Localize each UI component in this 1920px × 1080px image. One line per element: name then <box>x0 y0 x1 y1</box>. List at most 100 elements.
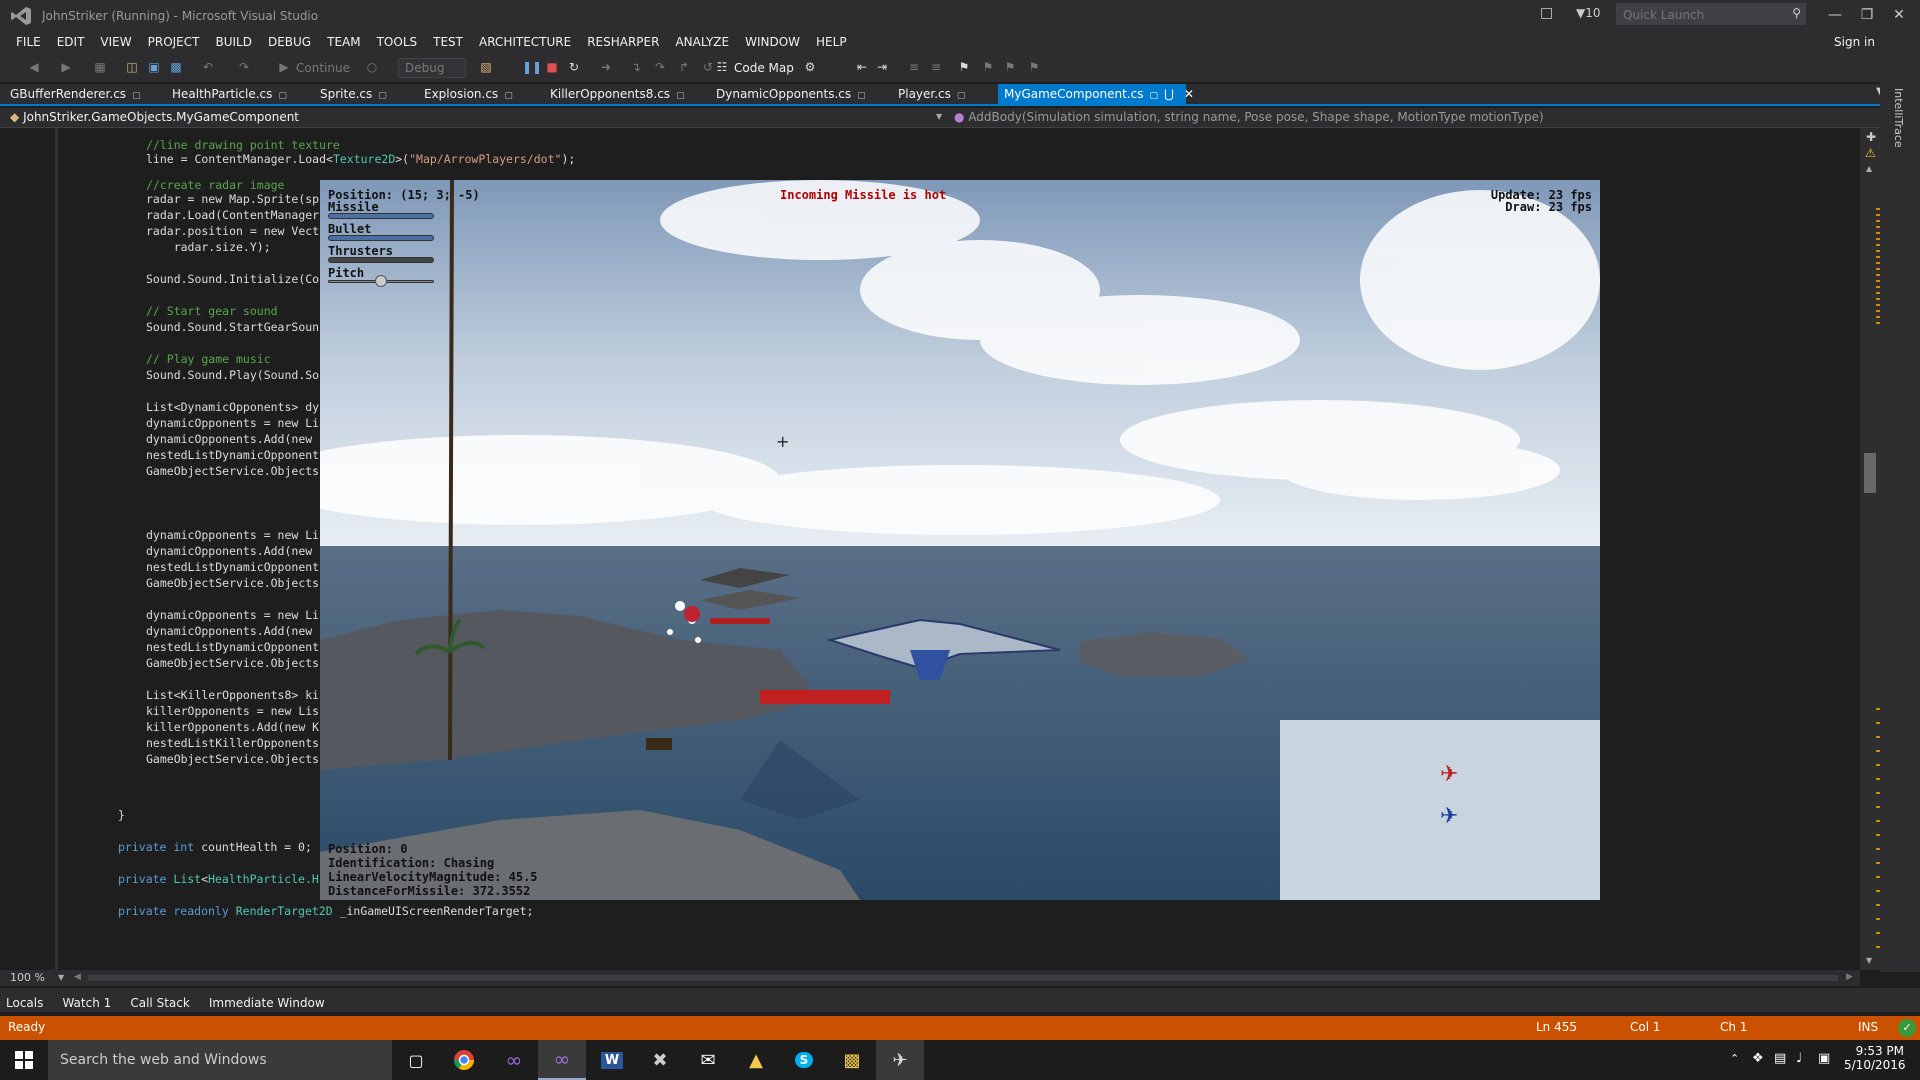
step-over-icon[interactable]: ↷ <box>652 59 668 75</box>
editor-scrollbar[interactable]: ✚ ⚠ ▲ ▼ <box>1860 128 1880 970</box>
tab-gbufferrenderer[interactable]: GBufferRenderer.cs ▢ <box>4 84 147 104</box>
show-next-statement-icon[interactable]: ➜ <box>598 59 614 75</box>
pause-icon[interactable]: ❚❚ <box>522 59 542 75</box>
game-app-icon[interactable]: ✈ <box>876 1040 924 1080</box>
pin-icon[interactable]: ⋃ <box>1164 87 1174 101</box>
menu-help[interactable]: HELP <box>808 35 855 49</box>
network-icon[interactable]: ▤ <box>1774 1051 1786 1066</box>
notifications-button[interactable]: ▼10 <box>1576 6 1601 20</box>
task-view-icon[interactable]: ▢ <box>392 1040 440 1080</box>
dropbox-icon[interactable]: ❖ <box>1752 1051 1764 1066</box>
menu-project[interactable]: PROJECT <box>140 35 208 49</box>
menu-tools[interactable]: TOOLS <box>369 35 426 49</box>
tab-player[interactable]: Player.cs ▢ <box>892 84 971 104</box>
skype-icon[interactable]: S <box>780 1040 828 1080</box>
menu-file[interactable]: FILE <box>8 35 49 49</box>
step-out-icon[interactable]: ↱ <box>676 59 692 75</box>
tab-watch-1[interactable]: Watch 1 <box>62 996 111 1010</box>
back-icon[interactable]: ◀ <box>26 59 42 75</box>
save-all-icon[interactable]: ▩ <box>168 59 184 75</box>
restart-icon[interactable]: ↻ <box>566 59 582 75</box>
solution-config-select[interactable]: Debug <box>398 58 466 78</box>
action-center-icon[interactable]: ▣ <box>1818 1051 1830 1066</box>
intellitrace-panel[interactable]: IntelliTrace <box>1880 82 1920 972</box>
close-tab-icon[interactable]: ✕ <box>1184 87 1194 101</box>
minimize-button[interactable]: — <box>1820 4 1850 26</box>
visual-studio-icon[interactable]: ∞ <box>490 1040 538 1080</box>
start-button[interactable] <box>0 1040 48 1080</box>
open-file-icon[interactable]: ◫ <box>124 59 140 75</box>
split-icon[interactable]: ✚ <box>1866 130 1876 144</box>
member-dropdown[interactable]: ● AddBody(Simulation simulation, string … <box>954 110 1544 124</box>
step-into-icon[interactable]: ↴ <box>628 59 644 75</box>
scroll-up-icon[interactable]: ▲ <box>1866 164 1872 173</box>
scroll-down-icon[interactable]: ▼ <box>1866 956 1872 965</box>
scroll-right-icon[interactable]: ▶ <box>1846 972 1853 982</box>
indent-icon[interactable]: ⇤ <box>854 59 870 75</box>
horizontal-scrollbar[interactable] <box>88 975 1838 981</box>
photos-icon[interactable]: ▲ <box>732 1040 780 1080</box>
zoom-dropdown-icon[interactable]: ▼ <box>58 973 64 982</box>
volume-icon[interactable]: ♩ <box>1796 1051 1802 1066</box>
search-icon[interactable]: ⚲ <box>1792 6 1801 20</box>
taskbar-search[interactable]: Search the web and Windows <box>48 1040 392 1080</box>
scroll-thumb[interactable] <box>1864 453 1876 493</box>
intellitrace-label[interactable]: IntelliTrace <box>1892 88 1905 148</box>
tab-immediate-window[interactable]: Immediate Window <box>209 996 325 1010</box>
menu-window[interactable]: WINDOW <box>737 35 808 49</box>
close-button[interactable]: ✕ <box>1884 4 1914 26</box>
menu-test[interactable]: TEST <box>425 35 471 49</box>
restore-button[interactable]: ❐ <box>1852 4 1882 26</box>
next-bookmark-icon[interactable]: ⚑ <box>1002 59 1018 75</box>
menu-view[interactable]: VIEW <box>92 35 139 49</box>
save-icon[interactable]: ▣ <box>146 59 162 75</box>
tab-call-stack[interactable]: Call Stack <box>130 996 189 1010</box>
attach-icon[interactable]: ○ <box>364 59 380 75</box>
build-ok-icon[interactable]: ✓ <box>1898 1019 1916 1037</box>
bookmark-icon[interactable]: ⚑ <box>956 59 972 75</box>
pitch-knob[interactable] <box>375 275 387 287</box>
undo-icon[interactable]: ↶ <box>200 59 216 75</box>
browse-icon[interactable]: ▧ <box>478 59 494 75</box>
new-project-icon[interactable]: ▦ <box>92 59 108 75</box>
tab-sprite[interactable]: Sprite.cs ▢ <box>314 84 393 104</box>
menu-resharper[interactable]: RESHARPER <box>579 35 667 49</box>
tab-killeropponents8[interactable]: KillerOpponents8.cs ▢ <box>544 84 691 104</box>
code-map-button[interactable]: Code Map <box>734 61 794 75</box>
menu-team[interactable]: TEAM <box>319 35 368 49</box>
menu-build[interactable]: BUILD <box>207 35 259 49</box>
type-dropdown-arrow-icon[interactable]: ▼ <box>936 112 942 121</box>
menu-architecture[interactable]: ARCHITECTURE <box>471 35 579 49</box>
tab-mygamecomponent[interactable]: MyGameComponent.cs ▢ ⋃ ✕ <box>998 84 1194 104</box>
redo-icon[interactable]: ↷ <box>236 59 252 75</box>
forward-icon[interactable]: ▶ <box>58 59 74 75</box>
code-map-icon[interactable]: ☷ <box>714 59 730 75</box>
feedback-icon[interactable]: □ <box>1540 5 1553 21</box>
tab-healthparticle[interactable]: HealthParticle.cs ▢ <box>166 84 293 104</box>
tab-dynamicopponents[interactable]: DynamicOpponents.cs ▢ <box>710 84 872 104</box>
tab-explosion[interactable]: Explosion.cs ▢ <box>418 84 519 104</box>
chrome-icon[interactable] <box>440 1040 488 1080</box>
uncomment-icon[interactable]: ≡ <box>928 59 944 75</box>
scroll-left-icon[interactable]: ◀ <box>74 972 81 982</box>
type-dropdown[interactable]: ◆ JohnStriker.GameObjects.MyGameComponen… <box>10 110 299 124</box>
mail-icon[interactable]: ✉ <box>684 1040 732 1080</box>
visual-studio-active-icon[interactable]: ∞ <box>538 1040 586 1080</box>
menu-analyze[interactable]: ANALYZE <box>667 35 737 49</box>
tool-icon[interactable]: ⚙ <box>802 59 818 75</box>
comment-icon[interactable]: ≡ <box>906 59 922 75</box>
sign-in-link[interactable]: Sign in <box>1834 35 1875 49</box>
stop-icon[interactable]: ■ <box>544 59 560 75</box>
menu-edit[interactable]: EDIT <box>49 35 93 49</box>
prev-bookmark-icon[interactable]: ⚑ <box>980 59 996 75</box>
show-hidden-icons-icon[interactable]: ⌃ <box>1730 1052 1739 1065</box>
game-window[interactable]: + Position: (15; 3; -5) Missile Bullet T… <box>320 180 1600 900</box>
clear-bookmarks-icon[interactable]: ⚑ <box>1026 59 1042 75</box>
zoom-level[interactable]: 100 % <box>10 971 45 984</box>
outdent-icon[interactable]: ⇥ <box>874 59 890 75</box>
word-icon[interactable]: W <box>588 1040 636 1080</box>
continue-icon[interactable]: ▶ <box>276 59 292 75</box>
tools-icon[interactable]: ✖ <box>636 1040 684 1080</box>
quick-launch[interactable]: ⚲ <box>1616 3 1806 25</box>
continue-button[interactable]: Continue <box>296 61 350 75</box>
